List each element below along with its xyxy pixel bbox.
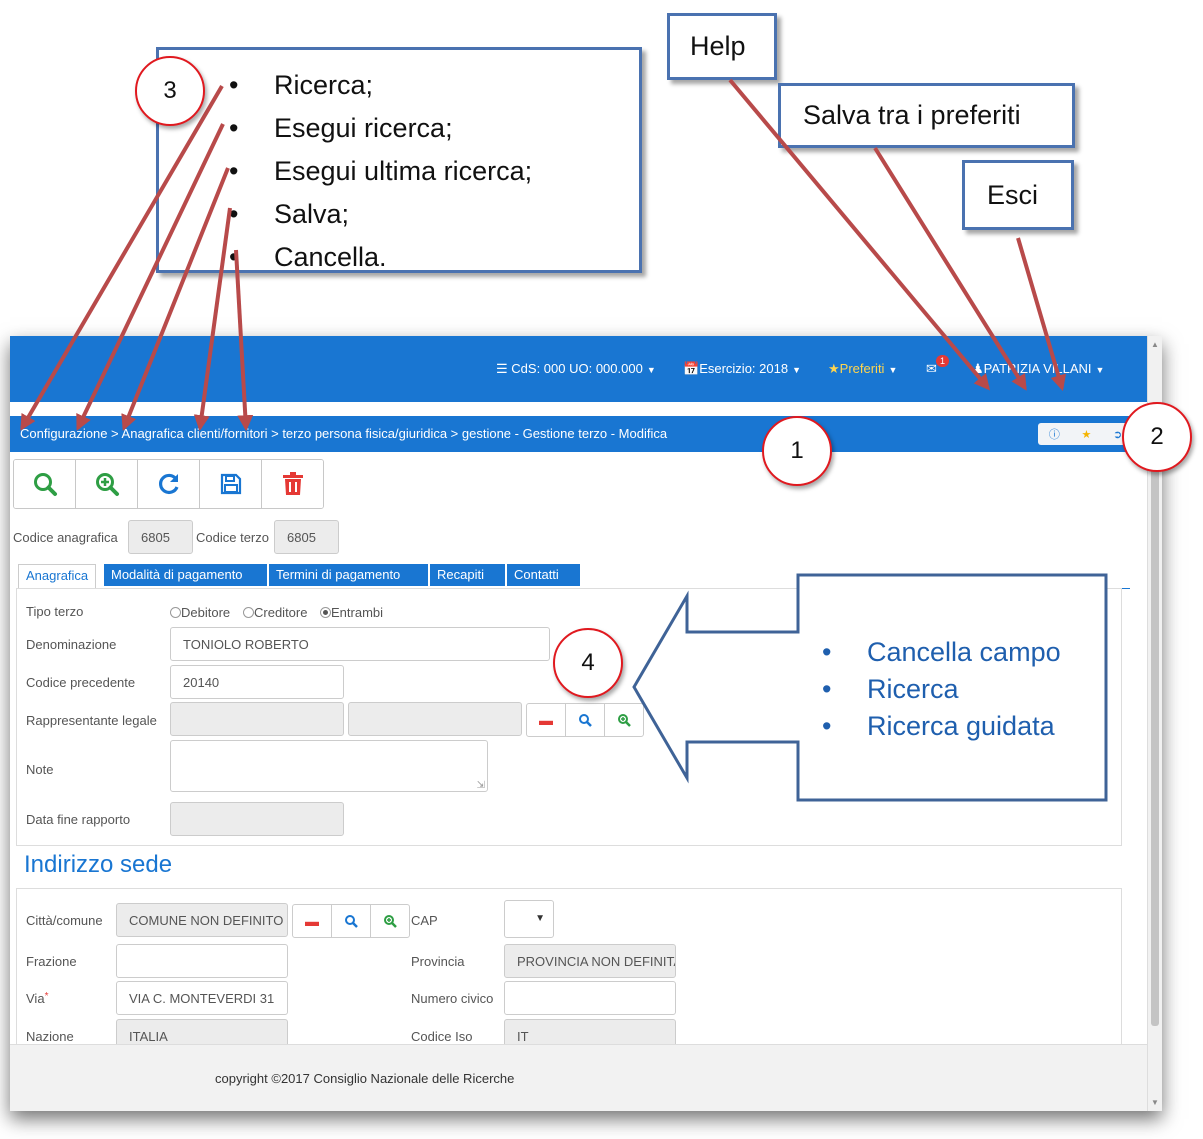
pointer-arrows (20, 78, 1067, 432)
annotation-number-1: 1 (762, 416, 832, 486)
arrow-line (728, 78, 991, 391)
arrow-line (76, 123, 225, 431)
arrow-line (873, 146, 1027, 391)
arrow-line (234, 249, 254, 432)
annotation-number-2: 2 (1122, 402, 1192, 472)
annotation-number-3: 3 (135, 56, 205, 126)
arrow-line (193, 207, 232, 432)
arrow-line (1016, 237, 1067, 392)
annotation-number-4: 4 (553, 628, 623, 698)
